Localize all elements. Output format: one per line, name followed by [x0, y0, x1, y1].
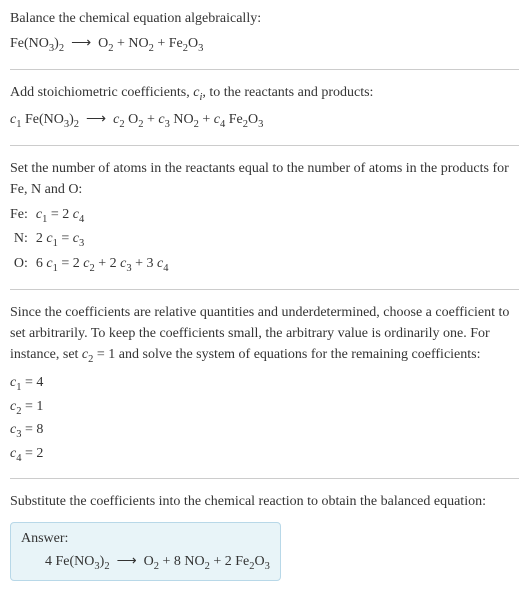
element-equation: 6 c1 = 2 c2 + 2 c3 + 3 c4 [36, 253, 169, 278]
equation-with-coefficients: c1 Fe(NO3)2 ⟶ c2 O2 + c3 NO2 + c4 Fe2O3 [10, 109, 519, 133]
coefficients-statement: Add stoichiometric coefficients, ci, to … [10, 82, 519, 106]
unbalanced-equation: Fe(NO3)2 ⟶ O2 + NO2 + Fe2O3 [10, 33, 519, 57]
section-solve: Since the coefficients are relative quan… [10, 302, 519, 466]
section-atom-balance: Set the number of atoms in the reactants… [10, 158, 519, 278]
coef-value: c3 = 8 [10, 419, 519, 443]
table-row: Fe: c1 = 2 c4 [10, 204, 168, 229]
divider [10, 289, 519, 290]
answer-box: Answer: 4 Fe(NO3)2 ⟶ O2 + 8 NO2 + 2 Fe2O… [10, 522, 281, 581]
problem-statement: Balance the chemical equation algebraica… [10, 8, 519, 29]
divider [10, 69, 519, 70]
answer-statement: Substitute the coefficients into the che… [10, 491, 519, 512]
atom-balance-table: Fe: c1 = 2 c4 N: 2 c1 = c3 O: 6 c1 = 2 c… [10, 204, 168, 278]
table-row: O: 6 c1 = 2 c2 + 2 c3 + 3 c4 [10, 253, 168, 278]
divider [10, 478, 519, 479]
coefficient-values: c1 = 4 c2 = 1 c3 = 8 c4 = 2 [10, 372, 519, 466]
balanced-equation: 4 Fe(NO3)2 ⟶ O2 + 8 NO2 + 2 Fe2O3 [21, 553, 270, 572]
element-equation: 2 c1 = c3 [36, 228, 169, 253]
section-problem: Balance the chemical equation algebraica… [10, 8, 519, 57]
coef-value: c1 = 4 [10, 372, 519, 396]
solve-statement: Since the coefficients are relative quan… [10, 302, 519, 368]
atom-balance-statement: Set the number of atoms in the reactants… [10, 158, 519, 200]
element-equation: c1 = 2 c4 [36, 204, 169, 229]
element-label: N: [10, 228, 36, 253]
element-label: O: [10, 253, 36, 278]
section-coefficients-intro: Add stoichiometric coefficients, ci, to … [10, 82, 519, 133]
answer-label: Answer: [21, 531, 270, 547]
section-answer: Substitute the coefficients into the che… [10, 491, 519, 581]
coef-value: c2 = 1 [10, 396, 519, 420]
table-row: N: 2 c1 = c3 [10, 228, 168, 253]
coef-value: c4 = 2 [10, 443, 519, 467]
element-label: Fe: [10, 204, 36, 229]
divider [10, 145, 519, 146]
